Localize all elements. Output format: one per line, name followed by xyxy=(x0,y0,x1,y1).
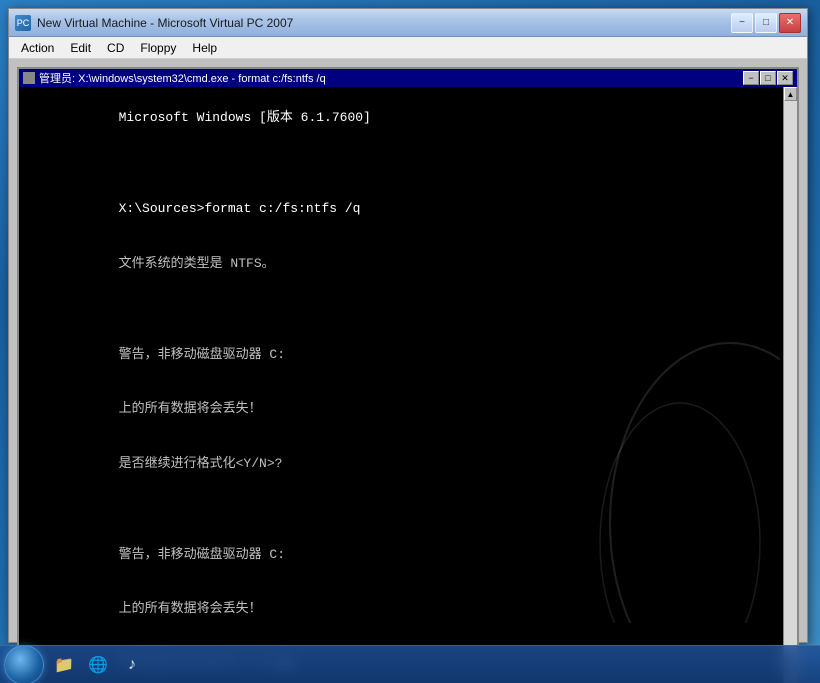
start-button[interactable] xyxy=(4,645,44,683)
taskbar: 📁 🌐 ♪ xyxy=(0,645,820,683)
scroll-up-button[interactable]: ▲ xyxy=(784,87,797,101)
taskbar-icons: 📁 🌐 ♪ xyxy=(48,649,148,681)
cmd-title-bar: C 管理员: X:\windows\system32\cmd.exe - for… xyxy=(19,69,797,87)
menu-action[interactable]: Action xyxy=(13,39,62,57)
vpc-main-window: PC New Virtual Machine - Microsoft Virtu… xyxy=(8,8,808,643)
vpc-main-area: C 管理员: X:\windows\system32\cmd.exe - for… xyxy=(9,59,807,642)
vpc-maximize-button[interactable]: □ xyxy=(755,13,777,33)
vpc-close-button[interactable]: ✕ xyxy=(779,13,801,33)
taskbar-icon-media[interactable]: ♪ xyxy=(116,649,148,681)
cmd-vertical-scrollbar[interactable]: ▲ ▼ xyxy=(783,87,797,683)
cmd-window: C 管理员: X:\windows\system32\cmd.exe - for… xyxy=(17,67,799,683)
cmd-close-button[interactable]: ✕ xyxy=(777,71,793,85)
desktop: PC New Virtual Machine - Microsoft Virtu… xyxy=(0,0,820,683)
taskbar-icon-browser[interactable]: 🌐 xyxy=(82,649,114,681)
cmd-title-buttons: − □ ✕ xyxy=(743,71,793,85)
cmd-title-left: C 管理员: X:\windows\system32\cmd.exe - for… xyxy=(23,70,326,86)
vpc-minimize-button[interactable]: − xyxy=(731,13,753,33)
cmd-maximize-button[interactable]: □ xyxy=(760,71,776,85)
cmd-minimize-button[interactable]: − xyxy=(743,71,759,85)
scroll-track[interactable] xyxy=(784,101,797,683)
cmd-content-area[interactable]: Microsoft Windows [版本 6.1.7600] X:\Sourc… xyxy=(19,87,797,683)
vpc-window-title: New Virtual Machine - Microsoft Virtual … xyxy=(37,16,731,30)
menu-cd[interactable]: CD xyxy=(99,39,132,57)
cmd-output: Microsoft Windows [版本 6.1.7600] X:\Sourc… xyxy=(25,91,779,683)
menu-floppy[interactable]: Floppy xyxy=(132,39,184,57)
menu-help[interactable]: Help xyxy=(184,39,225,57)
cmd-title-text: 管理员: X:\windows\system32\cmd.exe - forma… xyxy=(39,70,326,86)
vpc-menu-bar: Action Edit CD Floppy Help xyxy=(9,37,807,59)
vpc-title-buttons: − □ ✕ xyxy=(731,13,801,33)
menu-edit[interactable]: Edit xyxy=(62,39,99,57)
decorative-swirl xyxy=(640,383,800,633)
taskbar-icon-folder[interactable]: 📁 xyxy=(48,649,80,681)
vpc-window-icon: PC xyxy=(15,15,31,31)
cmd-window-icon: C xyxy=(23,72,35,84)
vpc-title-bar: PC New Virtual Machine - Microsoft Virtu… xyxy=(9,9,807,37)
